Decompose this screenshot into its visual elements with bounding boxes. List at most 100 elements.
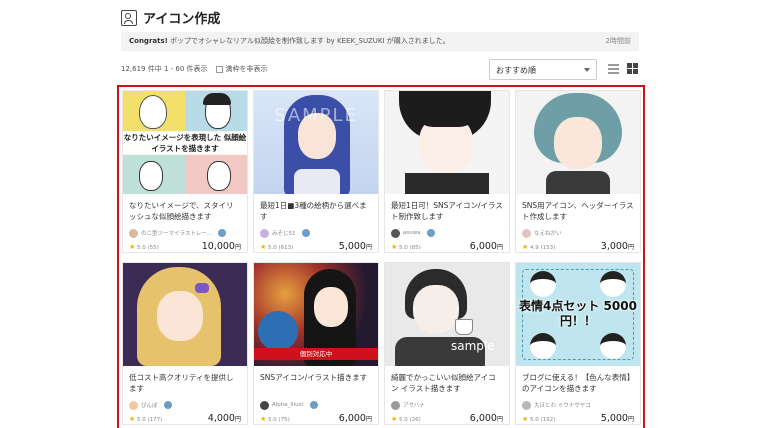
service-card[interactable]: なりたいイメージを表現した 似顔絵イラストを描きます なりたいイメージで、スタイ… <box>122 90 248 253</box>
price-unit: 円 <box>234 244 241 251</box>
result-count: 12,619 件中 1 - 60 件表示 <box>121 65 208 73</box>
card-title[interactable]: ブログに使える！【色んな表情】のアイコンを描きます <box>522 372 634 396</box>
rating-value: 5.0 <box>530 417 539 423</box>
avatar <box>522 400 531 410</box>
review-count: (55) <box>147 245 159 251</box>
price-value: 10,000 <box>201 241 235 252</box>
price-value: 6,000 <box>469 413 497 424</box>
card-thumbnail[interactable]: 個別対応中 <box>254 263 378 366</box>
service-card[interactable]: 表情4点セット 5000円！！ ブログに使える！【色んな表情】のアイコンを描きま… <box>515 262 641 425</box>
card-thumbnail[interactable] <box>385 91 509 194</box>
seller[interactable]: アサハナ <box>391 400 503 410</box>
card-meta: ★ 5.0 (192) 5,000円 <box>522 413 634 424</box>
star-icon: ★ <box>129 415 136 423</box>
seller-name: のこ型ツーマイラストレー… <box>141 231 213 237</box>
price-unit: 円 <box>365 416 372 423</box>
avatar <box>129 400 138 410</box>
seller-name: ぴんぽ <box>141 403 158 409</box>
card-title[interactable]: SNSアイコン/イラスト描きます <box>260 372 372 396</box>
seller[interactable]: Alpha_Illust <box>260 400 372 410</box>
card-title[interactable]: 最短1日可！SNSアイコン/イラスト制作致します <box>391 200 503 224</box>
seller-name: アサハナ <box>403 403 425 409</box>
price: 6,000円 <box>470 413 503 424</box>
card-title[interactable]: 最短1日■3種の絵柄から選べます <box>260 200 372 224</box>
user-portrait-icon <box>121 9 137 26</box>
price-unit: 円 <box>627 244 634 251</box>
card-title[interactable]: 低コスト高クオリティを提供します <box>129 372 241 396</box>
price: 10,000円 <box>202 241 241 252</box>
results-bar: 12,619 件中 1 - 60 件表示 満枠を非表示 <box>121 64 268 74</box>
rank-badge-icon <box>426 229 435 237</box>
price-value: 6,000 <box>469 241 497 252</box>
price-unit: 円 <box>627 416 634 423</box>
seller-name: 大ほとわ ミウナサヤコ <box>534 403 591 409</box>
rating-value: 5.0 <box>137 245 146 251</box>
price-unit: 円 <box>496 244 503 251</box>
rating-value: 5.0 <box>268 417 277 423</box>
review-count: (613) <box>278 245 294 251</box>
price-value: 6,000 <box>338 413 366 424</box>
service-card[interactable]: SAMPLE 最短1日■3種の絵柄から選べます みそじ51 ★ 5.0 (613… <box>253 90 379 253</box>
hide-full-checkbox[interactable] <box>215 65 223 73</box>
rating: ★ 5.0 (55) <box>129 243 159 251</box>
seller[interactable]: 大ほとわ ミウナサヤコ <box>522 400 634 410</box>
service-card[interactable]: sample 綺麗でかっこいい似顔絵アイコン イラスト描きます アサハナ ★ 5… <box>384 262 510 425</box>
rank-badge-icon <box>309 401 318 409</box>
seller-name: みそじ51 <box>272 231 296 237</box>
avatar <box>129 228 138 238</box>
sort-select[interactable]: おすすめ順 <box>489 59 597 80</box>
card-meta: ★ 5.0 (26) 6,000円 <box>391 413 503 424</box>
price: 5,000円 <box>601 413 634 424</box>
rating-value: 5.0 <box>399 245 408 251</box>
hide-full-label: 満枠を非表示 <box>225 65 268 73</box>
notice-message: ポップでオシャレなリアル似顔絵を制作致します by KEEK_SUZUKI が購… <box>170 37 450 45</box>
seller[interactable]: ぴんぽ <box>129 400 241 410</box>
star-icon: ★ <box>522 415 529 423</box>
service-card[interactable]: 低コスト高クオリティを提供します ぴんぽ ★ 5.0 (177) 4,000円 <box>122 262 248 425</box>
avatar <box>260 228 269 238</box>
card-meta: ★ 5.0 (55) 10,000円 <box>129 241 241 252</box>
price-value: 4,000 <box>207 413 235 424</box>
hide-full-toggle[interactable]: 満枠を非表示 <box>215 64 268 74</box>
price: 4,000円 <box>208 413 241 424</box>
rank-badge-icon <box>301 229 310 237</box>
seller[interactable]: のこ型ツーマイラストレー… <box>129 228 241 238</box>
card-title[interactable]: 綺麗でかっこいい似顔絵アイコン イラスト描きます <box>391 372 503 396</box>
card-thumbnail[interactable]: SAMPLE <box>254 91 378 194</box>
price-unit: 円 <box>234 416 241 423</box>
list-view-icon[interactable] <box>608 64 619 74</box>
card-title[interactable]: SNS用アイコン、ヘッダーイラスト作成します <box>522 200 634 224</box>
seller[interactable]: なえねがい <box>522 228 634 238</box>
service-card[interactable]: SNS用アイコン、ヘッダーイラスト作成します なえねがい ★ 4.9 (153)… <box>515 90 641 253</box>
price-value: 5,000 <box>600 413 628 424</box>
card-thumbnail[interactable]: sample <box>385 263 509 366</box>
star-icon: ★ <box>391 415 398 423</box>
review-count: (85) <box>409 245 421 251</box>
seller[interactable]: みそじ51 <box>260 228 372 238</box>
review-count: (153) <box>540 245 556 251</box>
review-count: (26) <box>409 417 421 423</box>
rank-badge-icon <box>218 229 227 237</box>
card-thumbnail[interactable] <box>516 91 640 194</box>
card-title[interactable]: なりたいイメージで、スタイリッシュな似顔絵描きます <box>129 200 241 224</box>
card-meta: ★ 5.0 (85) 6,000円 <box>391 241 503 252</box>
card-thumbnail[interactable]: 表情4点セット 5000円！！ <box>516 263 640 366</box>
star-icon: ★ <box>391 243 398 251</box>
watermark: sample <box>451 339 495 353</box>
rating-value: 5.0 <box>268 245 277 251</box>
price: 3,000円 <box>601 241 634 252</box>
service-card[interactable]: 最短1日可！SNSアイコン/イラスト制作致します asuwa ★ 5.0 (85… <box>384 90 510 253</box>
price: 6,000円 <box>470 241 503 252</box>
rating: ★ 5.0 (177) <box>129 415 162 423</box>
price: 6,000円 <box>339 413 372 424</box>
thumbnail-caption: 表情4点セット 5000円！！ <box>519 299 637 328</box>
seller[interactable]: asuwa <box>391 228 503 238</box>
card-thumbnail[interactable]: なりたいイメージを表現した 似顔絵イラストを描きます <box>123 91 247 194</box>
grid-view-icon[interactable] <box>627 63 638 74</box>
rating: ★ 4.9 (153) <box>522 243 555 251</box>
page-header: アイコン作成 <box>121 8 220 27</box>
rating-value: 5.0 <box>137 417 146 423</box>
card-thumbnail[interactable] <box>123 263 247 366</box>
service-card[interactable]: 個別対応中 SNSアイコン/イラスト描きます Alpha_Illust ★ 5.… <box>253 262 379 425</box>
review-count: (192) <box>540 417 556 423</box>
